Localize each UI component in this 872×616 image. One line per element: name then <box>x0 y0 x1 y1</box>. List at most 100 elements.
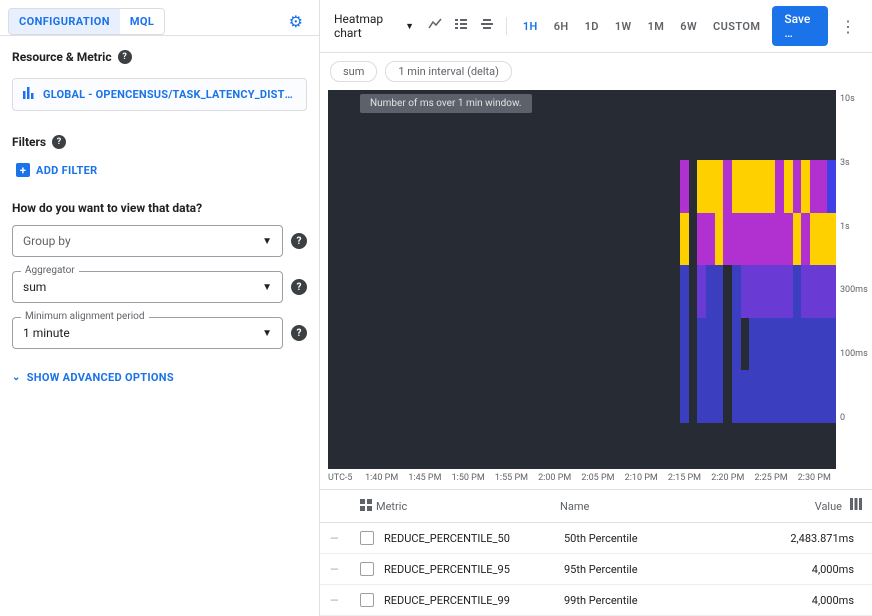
time-range-1m[interactable]: 1M <box>640 16 673 37</box>
group-by-select[interactable]: Group by ▼ <box>12 225 283 257</box>
x-axis: UTC-5 1:40 PM1:45 PM1:50 PM1:55 PM2:00 P… <box>320 469 872 489</box>
x-tick: 1:50 PM <box>447 473 490 483</box>
filters-label: Filters <box>12 135 46 149</box>
x-tick: 1:40 PM <box>360 473 403 483</box>
summary-sum-chip: sum <box>330 61 377 82</box>
legend-name: 99th Percentile <box>564 594 714 607</box>
chart-area: Number of ms over 1 min window. 10s 3s 1s 3… <box>320 90 872 469</box>
tab-configuration[interactable]: CONFIGURATION <box>9 9 120 34</box>
aggregator-select[interactable]: Aggregator sum ▼ <box>12 271 283 303</box>
series-swatch: — <box>330 563 360 576</box>
show-advanced-label: SHOW ADVANCED OPTIONS <box>27 371 174 384</box>
x-tick: 2:05 PM <box>576 473 619 483</box>
add-filter-label: ADD FILTER <box>36 164 97 177</box>
heatmap-plot[interactable]: Number of ms over 1 min window. <box>328 90 836 469</box>
legend-value: 4,000ms <box>714 563 862 576</box>
legend-metric: REDUCE_PERCENTILE_99 <box>384 594 564 607</box>
x-tick: 2:15 PM <box>663 473 706 483</box>
legend-checkbox[interactable] <box>360 593 374 607</box>
y-tick: 300ms <box>840 285 868 295</box>
help-icon[interactable]: ? <box>291 325 307 341</box>
query-summary: sum 1 min interval (delta) <box>320 53 872 90</box>
metric-selector[interactable]: GLOBAL - OPENCENSUS/TASK_LATENCY_DISTRIB… <box>12 78 307 111</box>
resource-metric-label: Resource & Metric <box>12 50 112 64</box>
chart-toolbar: Heatmap chart ▼ 1H6H1D1W1M6WCUSTOM Save … <box>320 0 872 53</box>
group-by-placeholder: Group by <box>23 234 71 248</box>
tab-mql[interactable]: MQL <box>120 9 164 34</box>
y-tick: 0 <box>840 413 868 423</box>
config-panel: CONFIGURATION MQL ⚙ Resource & Metric ? … <box>0 0 320 616</box>
x-tick: 2:30 PM <box>793 473 836 483</box>
x-tick: 2:00 PM <box>533 473 576 483</box>
more-icon[interactable]: ⋮ <box>832 13 864 40</box>
both-mode-icon[interactable] <box>476 13 498 39</box>
legend-value-header[interactable]: Value <box>815 500 842 513</box>
resource-metric-heading: Resource & Metric ? <box>12 50 307 64</box>
plus-icon: + <box>16 163 30 177</box>
time-range-1d[interactable]: 1D <box>577 16 607 37</box>
heatmap-cells <box>680 160 836 423</box>
view-question: How do you want to view that data? <box>0 191 319 221</box>
columns-icon[interactable] <box>850 498 862 514</box>
series-swatch: — <box>330 532 360 545</box>
legend-row: — REDUCE_PERCENTILE_5050th Percentile2,48… <box>320 523 872 554</box>
legend-checkbox[interactable] <box>360 562 374 576</box>
timezone-label: UTC-5 <box>328 473 360 483</box>
chevron-down-icon: ▼ <box>405 21 414 32</box>
config-tabs: CONFIGURATION MQL <box>8 8 165 35</box>
summary-interval-chip: 1 min interval (delta) <box>385 61 512 82</box>
x-tick: 1:55 PM <box>490 473 533 483</box>
legend-checkbox[interactable] <box>360 531 374 545</box>
aggregator-value: sum <box>23 280 46 294</box>
y-tick: 10s <box>840 94 868 104</box>
legend-name: 50th Percentile <box>564 532 714 545</box>
alignment-value: 1 minute <box>23 326 70 340</box>
help-icon[interactable]: ? <box>52 135 66 149</box>
x-tick: 1:45 PM <box>403 473 446 483</box>
y-tick: 3s <box>840 158 868 168</box>
series-swatch: — <box>330 594 360 607</box>
time-range-6w[interactable]: 6W <box>672 16 705 37</box>
legend-metric-header[interactable]: Metric <box>376 500 407 513</box>
alignment-label: Minimum alignment period <box>21 311 149 322</box>
legend-name-header[interactable]: Name <box>560 500 589 513</box>
chevron-down-icon: ▼ <box>262 282 272 293</box>
line-chart-mode-icon[interactable] <box>424 13 446 39</box>
chevron-down-icon: ▼ <box>262 328 272 339</box>
divider <box>506 17 507 35</box>
show-advanced-button[interactable]: ⌄ SHOW ADVANCED OPTIONS <box>12 371 174 384</box>
gear-icon[interactable]: ⚙ <box>281 8 311 35</box>
stats-mode-icon[interactable] <box>450 13 472 39</box>
legend-table: Metric Name Value — REDUCE_PERCENTILE_505… <box>320 489 872 616</box>
chart-type-select[interactable]: Heatmap chart ▼ <box>328 8 420 44</box>
chevron-down-icon: ▼ <box>262 236 272 247</box>
chart-tooltip: Number of ms over 1 min window. <box>360 94 532 113</box>
x-tick: 2:20 PM <box>706 473 749 483</box>
save-button[interactable]: Save … <box>772 6 828 46</box>
grid-icon <box>360 499 372 514</box>
legend-metric: REDUCE_PERCENTILE_95 <box>384 563 564 576</box>
add-filter-button[interactable]: + ADD FILTER <box>12 159 101 181</box>
time-range-custom[interactable]: CUSTOM <box>705 16 768 37</box>
legend-value: 2,483.871ms <box>714 532 862 545</box>
time-range-6h[interactable]: 6H <box>546 16 577 37</box>
legend-metric: REDUCE_PERCENTILE_50 <box>384 532 564 545</box>
chevron-down-icon: ⌄ <box>12 372 21 383</box>
chart-panel: Heatmap chart ▼ 1H6H1D1W1M6WCUSTOM Save … <box>320 0 872 616</box>
legend-name: 95th Percentile <box>564 563 714 576</box>
aggregator-label: Aggregator <box>21 265 79 276</box>
chart-type-label: Heatmap chart <box>334 12 399 40</box>
y-tick: 1s <box>840 222 868 232</box>
time-range-1w[interactable]: 1W <box>607 16 640 37</box>
help-icon[interactable]: ? <box>291 233 307 249</box>
bar-chart-icon <box>23 87 35 102</box>
help-icon[interactable]: ? <box>291 279 307 295</box>
alignment-period-select[interactable]: Minimum alignment period 1 minute ▼ <box>12 317 283 349</box>
legend-value: 4,000ms <box>714 594 862 607</box>
legend-row: — REDUCE_PERCENTILE_9999th Percentile4,00… <box>320 585 872 616</box>
help-icon[interactable]: ? <box>118 50 132 64</box>
y-axis: 10s3s1s300ms100ms0 <box>836 90 872 469</box>
time-range-1h[interactable]: 1H <box>515 16 546 37</box>
x-tick: 2:25 PM <box>749 473 792 483</box>
metric-name: GLOBAL - OPENCENSUS/TASK_LATENCY_DISTRIB… <box>43 88 296 101</box>
